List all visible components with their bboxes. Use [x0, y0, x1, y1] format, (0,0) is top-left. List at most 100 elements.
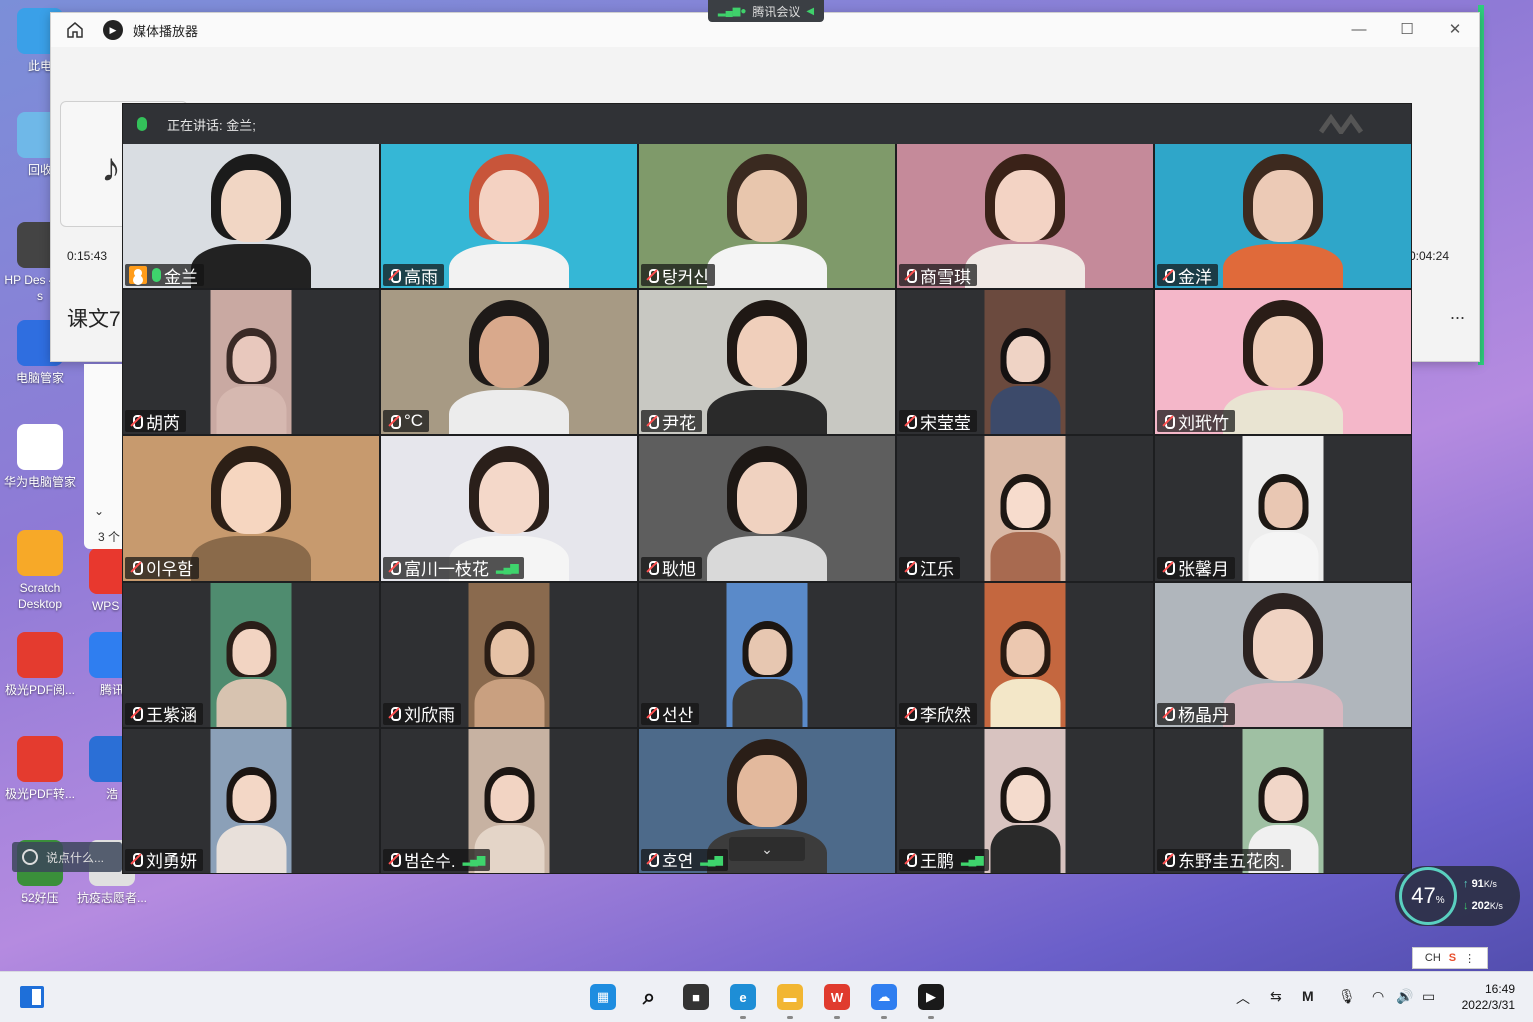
microphone-muted-icon: [129, 560, 143, 576]
close-button[interactable]: ✕: [1431, 13, 1479, 45]
person-body: [732, 678, 803, 727]
home-icon[interactable]: [65, 20, 85, 40]
person-face: [1264, 774, 1303, 821]
participant-video-tile[interactable]: 宋莹莹: [897, 290, 1153, 435]
participant-nametag: 호연 ▂▄▆: [641, 848, 728, 872]
person-body: [990, 678, 1061, 727]
participant-name: 胡芮: [146, 413, 180, 433]
tray-app-icon[interactable]: ⇆: [1270, 988, 1282, 1005]
microphone-muted-icon: [387, 560, 401, 576]
participant-video-tile[interactable]: 刘欣雨: [381, 582, 637, 727]
person-body: [1248, 532, 1319, 581]
tencent-meeting-tab[interactable]: ▂▄▆● 腾讯会议 ◀: [708, 0, 824, 22]
participant-video-tile[interactable]: 富川一枝花 ▂▄▆: [381, 436, 637, 581]
sogou-icon[interactable]: S: [1449, 952, 1456, 964]
desktop-icon-label: 抗疫志愿者...: [76, 891, 147, 905]
ime-settings-icon[interactable]: ⋮: [1464, 952, 1475, 965]
participant-nametag: 刘欣雨: [383, 702, 461, 725]
participant-video-tile[interactable]: 이우함: [123, 436, 379, 581]
person-face: [490, 628, 529, 675]
scroll-down-button[interactable]: ⌄: [729, 837, 805, 861]
participant-nametag: 尹花: [641, 410, 702, 433]
participant-nametag: 王紫涵: [125, 702, 203, 725]
desktop-icon-label: 52好压: [21, 891, 59, 905]
maximize-button[interactable]: ☐: [1383, 13, 1431, 45]
participant-video-tile[interactable]: 商雪琪: [897, 144, 1153, 289]
person-body: [707, 390, 827, 435]
more-options-button[interactable]: ...: [1450, 303, 1465, 324]
file-explorer-icon[interactable]: ▬: [777, 984, 803, 1010]
person-face: [1006, 336, 1045, 383]
participant-video-tile[interactable]: 耿旭: [639, 436, 895, 581]
participant-name: 尹花: [662, 413, 696, 433]
desktop-icon[interactable]: 华为电脑管家: [0, 424, 80, 490]
person-face: [737, 754, 797, 827]
participant-nametag: 선산: [641, 702, 700, 725]
clock[interactable]: 16:49 2022/3/31: [1462, 981, 1515, 1013]
participant-video-tile[interactable]: 杨晶丹: [1155, 582, 1411, 727]
battery-icon[interactable]: ▭: [1422, 988, 1435, 1005]
participant-name: 호연: [662, 852, 694, 872]
participant-video-tile[interactable]: °C: [381, 290, 637, 435]
huawei-pc-manager-tray-icon[interactable]: M: [1302, 988, 1314, 1004]
person-face: [1006, 482, 1045, 529]
participant-video-tile[interactable]: 王紫涵: [123, 582, 379, 727]
participant-video-tile[interactable]: 尹花: [639, 290, 895, 435]
widgets-icon[interactable]: [20, 986, 44, 1008]
participant-video-tile[interactable]: 범순수. ▂▄▆: [381, 728, 637, 873]
chevron-down-icon[interactable]: ⌄: [94, 504, 104, 518]
desktop-icon[interactable]: Scratch Desktop: [0, 530, 80, 612]
microphone-muted-icon: [387, 268, 401, 283]
network-speed-widget[interactable]: 47% ↑ 91K/s ↓ 202K/s: [1395, 866, 1520, 926]
minimize-button[interactable]: —: [1335, 13, 1383, 45]
participant-video-tile[interactable]: 선산: [639, 582, 895, 727]
wps-icon[interactable]: W: [824, 984, 850, 1010]
participant-nametag: 金洋: [1157, 264, 1218, 287]
participant-video-tile[interactable]: 刘玳竹: [1155, 290, 1411, 435]
emoji-icon[interactable]: [22, 849, 38, 865]
task-view-icon[interactable]: ■: [683, 984, 709, 1010]
participant-video-tile[interactable]: 胡芮: [123, 290, 379, 435]
windows-start-icon[interactable]: ▦: [590, 984, 616, 1010]
speaking-indicator: 正在讲话: 金兰;: [167, 117, 256, 133]
participant-video-tile[interactable]: 江乐: [897, 436, 1153, 581]
edge-icon[interactable]: e: [730, 984, 756, 1010]
ime-language[interactable]: CH: [1425, 952, 1441, 964]
microphone-muted-icon: [387, 852, 401, 868]
participant-video-tile[interactable]: 탕커신: [639, 144, 895, 289]
microphone-icon: [152, 268, 161, 283]
wifi-icon[interactable]: ◠: [1372, 988, 1384, 1005]
running-indicator: [834, 1016, 840, 1019]
desktop-icon[interactable]: 极光PDF转...: [0, 736, 80, 802]
participant-video: [210, 582, 292, 727]
microphone-tray-icon[interactable]: 🎙: [1338, 988, 1356, 1005]
tencent-meeting-icon[interactable]: ☁: [871, 984, 897, 1010]
microphone-muted-icon: [1161, 268, 1175, 283]
person-body: [1223, 390, 1343, 435]
participant-video-tile[interactable]: 李欣然: [897, 582, 1153, 727]
desktop-icon[interactable]: 极光PDF阅...: [0, 632, 80, 698]
search-icon[interactable]: ⌕: [636, 984, 662, 1010]
participant-video-tile[interactable]: 张馨月: [1155, 436, 1411, 581]
participant-video: [210, 290, 292, 435]
chat-placeholder: 说点什么...: [46, 850, 105, 865]
volume-icon[interactable]: 🔊: [1396, 988, 1413, 1005]
ime-toolbar[interactable]: CH S ⋮: [1412, 947, 1488, 969]
running-indicator: [787, 1016, 793, 1019]
person-body: [216, 386, 287, 435]
person-face: [221, 462, 281, 535]
participant-nametag: 胡芮: [125, 410, 186, 433]
media-player-icon[interactable]: ▶: [918, 984, 944, 1010]
scratch-icon: [17, 530, 63, 576]
participant-video-tile[interactable]: 金洋: [1155, 144, 1411, 289]
participant-video-tile[interactable]: 高雨: [381, 144, 637, 289]
person-face: [479, 170, 539, 242]
show-hidden-icons-button[interactable]: ︿: [1236, 988, 1250, 1008]
participant-video-tile[interactable]: 刘勇妍: [123, 728, 379, 873]
microphone-muted-icon: [903, 268, 917, 283]
microphone-muted-icon: [903, 560, 917, 576]
chat-input[interactable]: 说点什么...: [12, 842, 122, 872]
participant-video-tile[interactable]: 金兰: [123, 144, 379, 289]
participant-video-tile[interactable]: 王鹏 ▂▄▆: [897, 728, 1153, 873]
participant-video-tile[interactable]: 东野圭五花肉.: [1155, 728, 1411, 873]
